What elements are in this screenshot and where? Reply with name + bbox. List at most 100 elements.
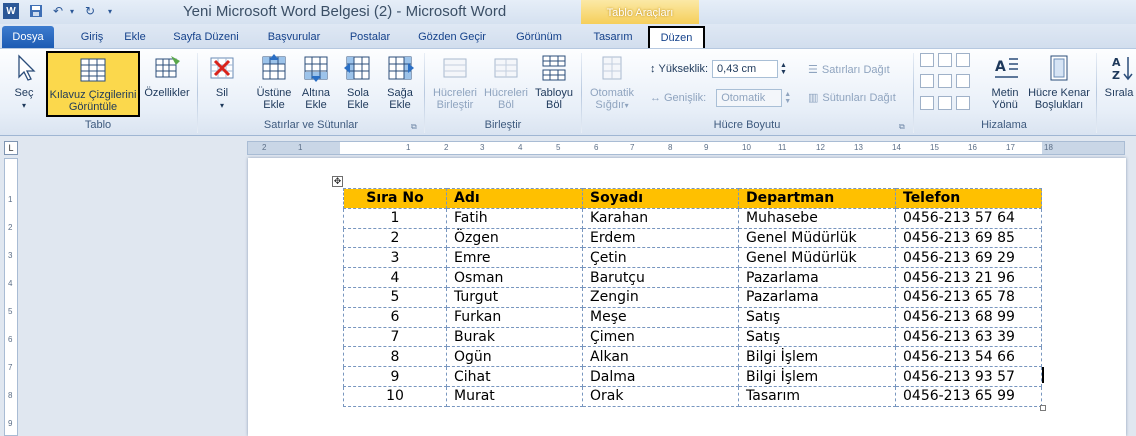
- table-cell[interactable]: 0456-213 65 99: [895, 385, 1042, 407]
- column-width-input[interactable]: Otomatik: [716, 89, 783, 107]
- table-cell[interactable]: 3: [343, 247, 447, 269]
- table-cell[interactable]: Furkan: [446, 306, 583, 328]
- table-cell[interactable]: Osman: [446, 267, 583, 288]
- table-cell[interactable]: Çimen: [582, 326, 739, 348]
- align-center-icon[interactable]: [938, 74, 952, 89]
- insert-above-button[interactable]: Üstüne Ekle: [254, 53, 294, 111]
- table-cell[interactable]: Bilgi İşlem: [738, 346, 896, 368]
- align-bottom-right-icon[interactable]: [956, 95, 970, 110]
- table-cell[interactable]: Satış: [738, 306, 896, 328]
- row-height-input[interactable]: 0,43 cm: [712, 60, 779, 78]
- table-cell[interactable]: 7: [343, 326, 447, 348]
- customize-qat-icon[interactable]: ▾: [104, 3, 116, 19]
- cell-margins-button[interactable]: Hücre Kenar Boşlukları: [1028, 53, 1090, 111]
- table-move-handle-icon[interactable]: ✥: [332, 176, 343, 187]
- table-cell[interactable]: Karahan: [582, 207, 739, 229]
- table-cell[interactable]: Ogün: [446, 346, 583, 368]
- sort-button[interactable]: AZ Sırala: [1102, 53, 1136, 99]
- align-top-right-icon[interactable]: [956, 53, 970, 67]
- tab-duzen[interactable]: Düzen: [648, 26, 705, 50]
- undo-dropdown-icon[interactable]: ▾: [68, 3, 76, 19]
- insert-left-button[interactable]: Sola Ekle: [338, 53, 378, 111]
- align-center-left-icon[interactable]: [920, 74, 934, 89]
- tab-tasarim[interactable]: Tasarım: [588, 28, 638, 48]
- table-cell[interactable]: Fatih: [446, 207, 583, 229]
- table-cell[interactable]: 2: [343, 227, 447, 249]
- tab-sayfa-duzeni[interactable]: Sayfa Düzeni: [168, 28, 244, 48]
- distribute-columns-button[interactable]: ▥ Sütunları Dağıt: [808, 91, 896, 105]
- table-cell[interactable]: 5: [343, 286, 447, 308]
- dialog-launcher-icon[interactable]: ⧉: [899, 122, 905, 132]
- align-bottom-left-icon[interactable]: [920, 95, 934, 110]
- horizontal-ruler[interactable]: 2 1 1 2 3 4 5 6 7 8 9 10 11 12 13 14 15 16 17 18: [247, 141, 1125, 155]
- tab-giris[interactable]: Giriş: [72, 28, 112, 48]
- view-gridlines-button[interactable]: Kılavuz Çizgilerini Görüntüle: [46, 51, 140, 117]
- table-cell[interactable]: 0456-213 69 85: [895, 227, 1042, 249]
- align-center-right-icon[interactable]: [956, 74, 970, 89]
- tab-selector-icon[interactable]: L: [4, 141, 18, 155]
- text-direction-button[interactable]: A Metin Yönü: [984, 53, 1026, 111]
- table-cell[interactable]: Pazarlama: [738, 286, 896, 308]
- split-cells-button[interactable]: Hücreleri Böl: [482, 53, 530, 111]
- table-cell[interactable]: Barutçu: [582, 267, 739, 288]
- table-cell[interactable]: Tasarım: [738, 385, 896, 407]
- table-cell[interactable]: 8: [343, 346, 447, 368]
- table-cell[interactable]: Zengin: [582, 286, 739, 308]
- tab-gorunum[interactable]: Görünüm: [508, 28, 570, 48]
- distribute-rows-button[interactable]: ☰ Satırları Dağıt: [808, 63, 890, 77]
- header-sira-no[interactable]: Sıra No: [343, 188, 447, 209]
- column-width-spinner-icon[interactable]: ▲ ▼: [784, 91, 791, 105]
- redo-icon[interactable]: ↻: [82, 3, 98, 19]
- merge-cells-button[interactable]: Hücreleri Birleştir: [430, 53, 480, 111]
- table-cell[interactable]: Emre: [446, 247, 583, 269]
- table-resize-handle-icon[interactable]: [1040, 405, 1046, 411]
- header-telefon[interactable]: Telefon: [895, 188, 1042, 209]
- properties-button[interactable]: Özellikler: [142, 53, 192, 99]
- table-cell[interactable]: Satış: [738, 326, 896, 348]
- tab-gozden-gecir[interactable]: Gözden Geçir: [412, 28, 492, 48]
- table-cell[interactable]: 0456-213 65 78: [895, 286, 1042, 308]
- save-icon[interactable]: [28, 3, 44, 19]
- table-cell[interactable]: 0456-213 69 29: [895, 247, 1042, 269]
- tab-basvurular[interactable]: Başvurular: [258, 28, 330, 48]
- document-table[interactable]: Sıra No Adı Soyadı Departman Telefon 1 Fa…: [343, 188, 1042, 407]
- table-cell[interactable]: Murat: [446, 385, 583, 407]
- vertical-ruler[interactable]: 1 2 3 4 5 6 7 8 9: [4, 158, 18, 436]
- tab-ekle[interactable]: Ekle: [118, 28, 152, 48]
- table-cell[interactable]: Pazarlama: [738, 267, 896, 288]
- select-button[interactable]: Seç ▾: [4, 53, 44, 112]
- table-cell[interactable]: Alkan: [582, 346, 739, 368]
- align-bottom-center-icon[interactable]: [938, 95, 952, 110]
- table-cell[interactable]: Genel Müdürlük: [738, 247, 896, 269]
- table-cell[interactable]: 0456-213 21 96: [895, 267, 1042, 288]
- align-top-center-icon[interactable]: [938, 53, 952, 67]
- table-cell[interactable]: Özgen: [446, 227, 583, 249]
- table-cell[interactable]: 1: [343, 207, 447, 229]
- header-departman[interactable]: Departman: [738, 188, 896, 209]
- split-table-button[interactable]: Tabloyu Böl: [532, 53, 576, 111]
- table-cell[interactable]: Çetin: [582, 247, 739, 269]
- table-cell[interactable]: Burak: [446, 326, 583, 348]
- header-soyadi[interactable]: Soyadı: [582, 188, 739, 209]
- table-cell[interactable]: 4: [343, 267, 447, 288]
- table-cell[interactable]: 0456-213 54 66: [895, 346, 1042, 368]
- dialog-launcher-icon[interactable]: ⧉: [411, 122, 417, 132]
- insert-below-button[interactable]: Altına Ekle: [296, 53, 336, 111]
- autofit-button[interactable]: Otomatik Sığdır▾: [584, 53, 640, 112]
- align-top-left-icon[interactable]: [920, 53, 934, 67]
- table-cell[interactable]: 10: [343, 385, 447, 407]
- table-cell[interactable]: Bilgi İşlem: [738, 366, 896, 387]
- table-cell[interactable]: Dalma: [582, 366, 739, 387]
- table-cell[interactable]: Meşe: [582, 306, 739, 328]
- table-cell[interactable]: Genel Müdürlük: [738, 227, 896, 249]
- table-cell[interactable]: 0456-213 93 57: [895, 366, 1042, 387]
- header-adi[interactable]: Adı: [446, 188, 583, 209]
- delete-button[interactable]: Sil ▾: [204, 53, 240, 112]
- table-cell[interactable]: 0456-213 68 99: [895, 306, 1042, 328]
- table-cell[interactable]: Turgut: [446, 286, 583, 308]
- table-cell[interactable]: Orak: [582, 385, 739, 407]
- tab-postalar[interactable]: Postalar: [342, 28, 398, 48]
- table-cell[interactable]: 0456-213 57 64: [895, 207, 1042, 229]
- table-cell[interactable]: 9: [343, 366, 447, 387]
- tab-dosya[interactable]: Dosya: [2, 26, 54, 48]
